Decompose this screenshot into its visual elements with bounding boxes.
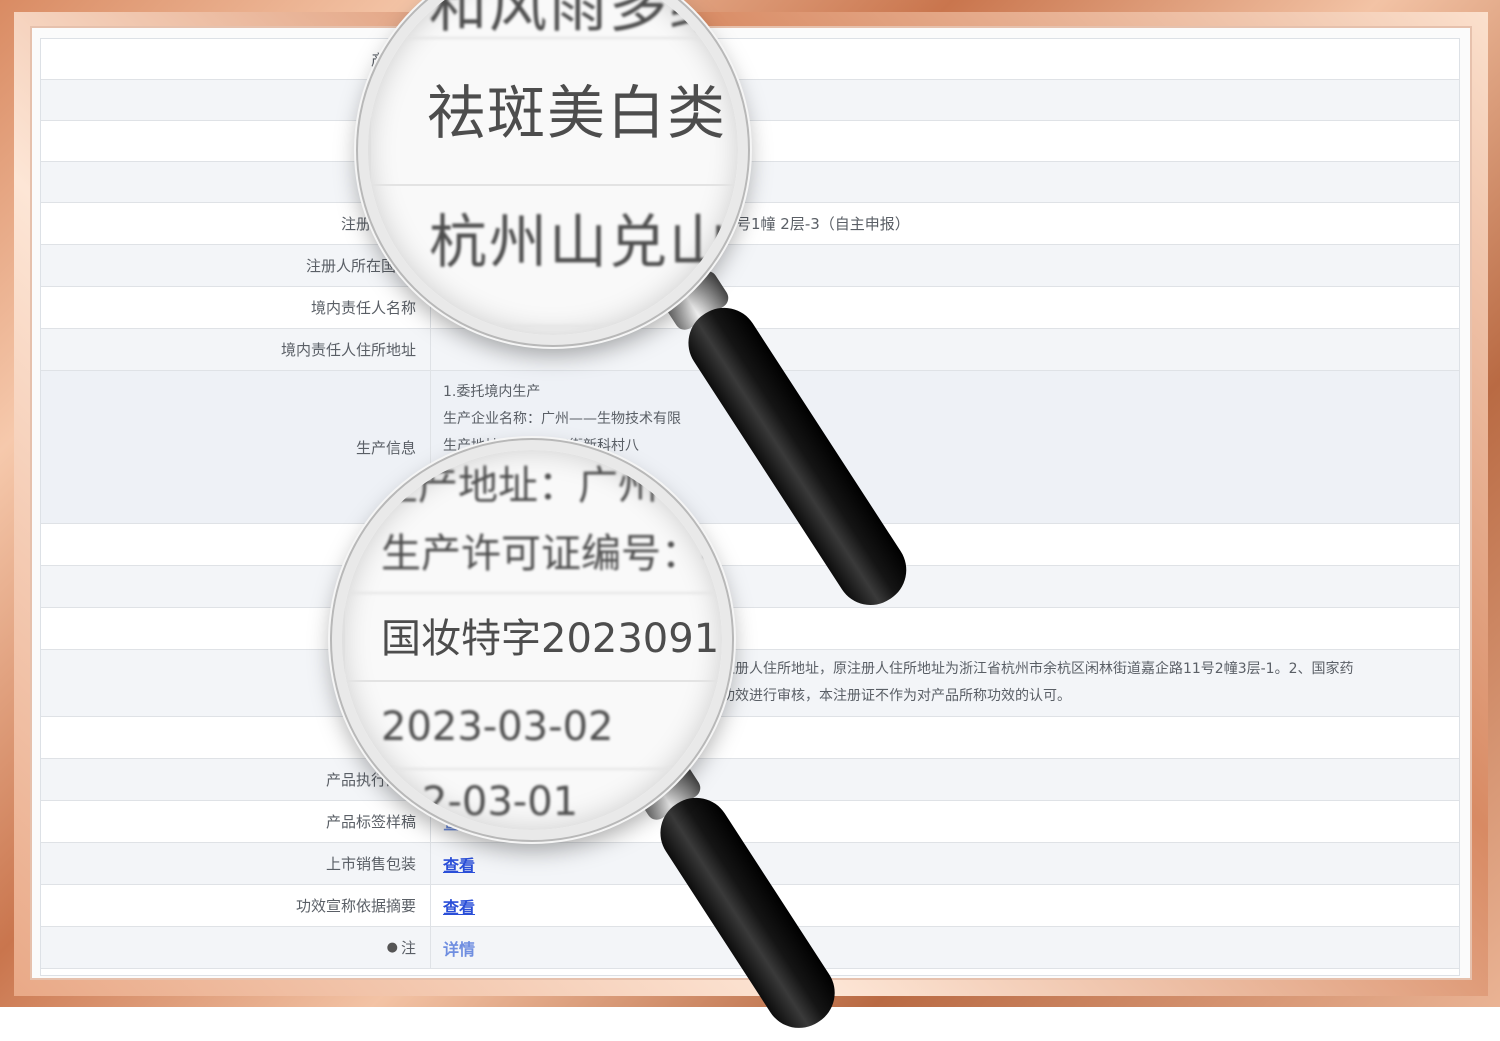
table-row: 产品名 xyxy=(41,39,1459,80)
table-row: 注册 xyxy=(41,162,1459,203)
pin-icon: ● xyxy=(386,940,398,955)
efficacy-summary-view-link[interactable]: 查看 xyxy=(443,894,1459,918)
note-label: 注 xyxy=(400,939,416,957)
magnified-partial-top: 和风雨多维 xyxy=(368,0,738,40)
row-value: 详情 xyxy=(431,927,1459,968)
table-row xyxy=(41,566,1459,608)
table-row: 注册 xyxy=(41,608,1459,650)
row-label: 境内责任人住所地址 xyxy=(41,329,431,370)
row-value: 查看 xyxy=(431,885,1459,926)
table-row: 注册人住所地址，原注册人住所地址为浙江省杭州市余杭区闲林街道嘉企路11号2幢3层… xyxy=(41,650,1459,717)
table-row: 注册 xyxy=(41,121,1459,162)
magnified-partial-address: 生产地址：广州市 xyxy=(378,463,698,509)
magnified-approval-date: 2023-03-02 xyxy=(342,684,722,770)
document-paper: 产品名 产 注册 注册 注册人住所 号1幢 2层-3（自主申报） 注册人所在国/… xyxy=(30,26,1472,980)
remark-line-2: 功效进行审核，本注册证不作为对产品所称功效的认可。 xyxy=(721,688,1071,704)
details-link[interactable]: 详情 xyxy=(443,936,1459,960)
magnifier-lens-top: 和风雨多维 祛斑美白类 杭州山兑山 xyxy=(358,0,748,345)
package-view-link[interactable]: 查看 xyxy=(443,852,1459,876)
table-row: 产品标签样稿 查看 xyxy=(41,801,1459,843)
registration-table: 产品名 产 注册 注册 注册人住所 号1幢 2层-3（自主申报） 注册人所在国/… xyxy=(40,38,1460,976)
production-line-1: 1.委托境内生产 xyxy=(443,384,541,400)
magnified-partial-date: 2-03-01 xyxy=(422,779,579,825)
table-row: 注册人住所 号1幢 2层-3（自主申报） xyxy=(41,203,1459,245)
table-row xyxy=(41,524,1459,566)
production-line-2: 生产企业名称：广州——生物技术有限 xyxy=(443,411,681,427)
table-row: 产 xyxy=(41,80,1459,121)
magnifier-lens-bottom: 生产地址：广州市 生产许可证编号：粤 国妆特字20230911 2023-03-… xyxy=(332,440,732,840)
magnified-partial-license: 生产许可证编号：粤 xyxy=(342,514,722,594)
row-label: 上市销售包装 xyxy=(41,843,431,884)
row-label: ● 注 xyxy=(41,927,431,968)
table-row xyxy=(41,717,1459,759)
magnified-partial-bottom: 杭州山兑山 xyxy=(368,187,738,327)
table-row: 注册人所在国/地 xyxy=(41,245,1459,287)
row-label: 功效宣称依据摘要 xyxy=(41,885,431,926)
magnified-category: 祛斑美白类 xyxy=(368,41,738,186)
remark-line-1: 注册人住所地址，原注册人住所地址为浙江省杭州市余杭区闲林街道嘉企路11号2幢3层… xyxy=(721,661,1354,677)
row-value: 查看 xyxy=(431,843,1459,884)
magnified-registration-number: 国妆特字20230911 xyxy=(342,596,722,682)
table-row: 产品执行的标 xyxy=(41,759,1459,801)
